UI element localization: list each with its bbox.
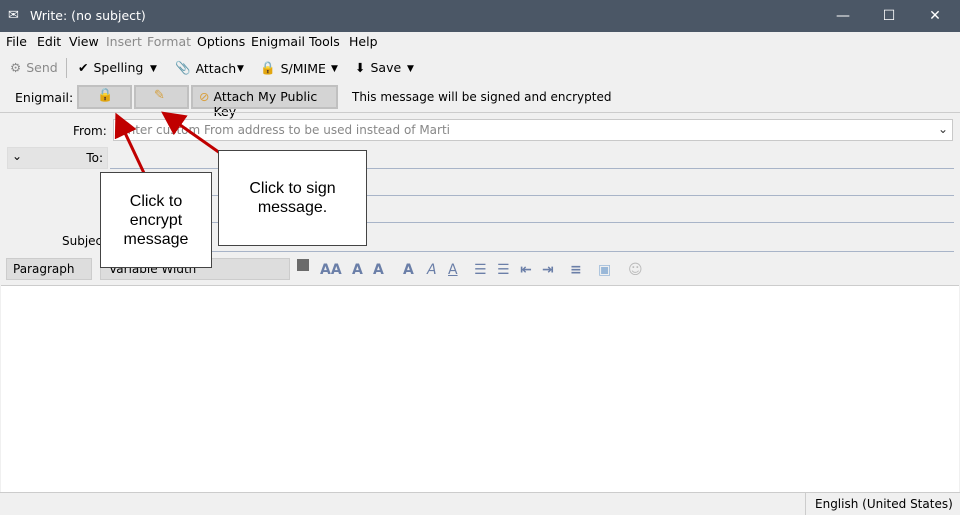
arrow-to-sign xyxy=(161,111,221,155)
sign-callout: Click to sign message. xyxy=(218,150,367,246)
encrypt-callout: Click to encrypt message xyxy=(100,172,212,268)
